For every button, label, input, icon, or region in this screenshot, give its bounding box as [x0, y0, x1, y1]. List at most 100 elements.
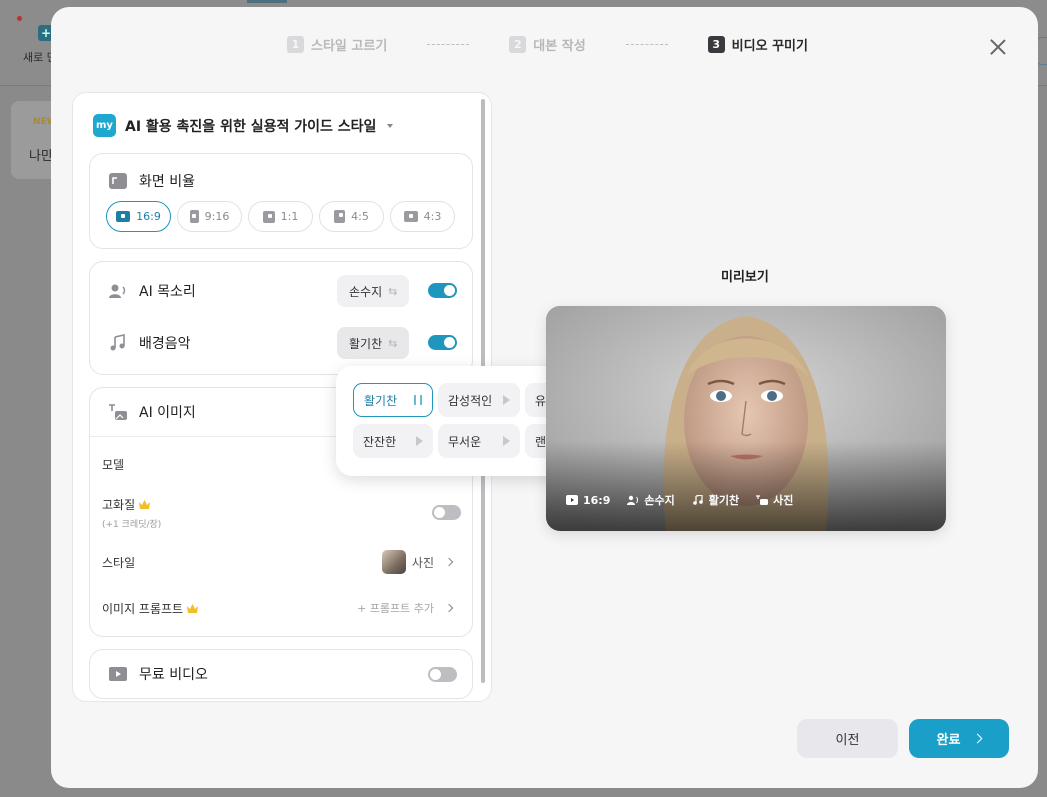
music-option[interactable]: 무서운 [438, 424, 520, 458]
swap-icon: ⇆ [388, 336, 398, 350]
step-2-number: 2 [509, 35, 527, 53]
play-icon[interactable] [503, 395, 510, 405]
music-note-icon [110, 334, 125, 351]
aspect-ratio-section: 화면 비율 16:9 9:16 1:1 4:5 4:3 [89, 153, 473, 249]
previous-button-label: 이전 [835, 733, 860, 748]
crown-icon [187, 604, 199, 613]
prompt-title: 이미지 프롬프트 [102, 600, 199, 617]
ai-voice-row: AI 목소리 손수지 ⇆ [90, 271, 472, 311]
add-prompt-button[interactable]: + 프롬프트 추가 [357, 600, 454, 616]
preview-title: 미리보기 [721, 270, 769, 285]
voice-icon [109, 284, 126, 298]
landscape-icon [403, 211, 418, 222]
music-option[interactable]: 잔잔한 [353, 424, 433, 458]
voice-icon [627, 495, 639, 505]
step-3-label: 비디오 꾸미기 [731, 38, 808, 54]
ratio-option-4-3[interactable]: 4:3 [390, 201, 455, 232]
hq-credit-note: (+1 크레딧/장) [102, 520, 162, 530]
style-selector[interactable]: my AI 활용 촉진을 위한 실용적 가이드 스타일 [93, 114, 394, 137]
music-value: 활기찬 [349, 336, 383, 351]
video-icon [566, 495, 578, 505]
hq-toggle[interactable] [432, 505, 461, 520]
free-video-title: 무료 비디오 [108, 664, 208, 684]
style-name: AI 활용 촉진을 위한 실용적 가이드 스타일 [125, 118, 377, 135]
preview-tag-image-label: 사진 [773, 494, 794, 507]
style-select[interactable]: 사진 [381, 550, 454, 574]
music-option[interactable]: 감성적인 [438, 383, 520, 417]
ratio-option-label: 4:3 [423, 210, 442, 223]
preview-tag-music-label: 활기찬 [708, 494, 740, 507]
ratio-option-label: 4:5 [351, 210, 369, 223]
video-play-icon [109, 667, 127, 681]
play-icon[interactable] [503, 436, 510, 446]
preview-tag-music: 활기찬 [692, 492, 739, 508]
preview-tag-image: 사진 [756, 492, 793, 508]
bg-music-title: 배경음악 [108, 333, 191, 353]
ai-voice-label: AI 목소리 [139, 284, 196, 300]
music-select-button[interactable]: 활기찬 ⇆ [337, 327, 410, 359]
preview-tag-voice: 손수지 [627, 492, 675, 508]
close-icon[interactable] [986, 35, 1010, 59]
background-tab-indicator [247, 0, 287, 3]
crown-icon [139, 500, 151, 509]
style-label: 스타일 [102, 556, 136, 570]
landscape-icon [116, 211, 131, 222]
music-option-label: 잔잔한 [363, 434, 397, 449]
hq-label: 고화질 [102, 498, 136, 512]
step-separator [625, 43, 668, 45]
chevron-right-icon [444, 557, 454, 567]
style-thumbnail [381, 550, 406, 574]
preview-shade [546, 441, 946, 531]
aspect-ratio-label: 화면 비율 [139, 174, 195, 190]
stepper: 1 스타일 고르기 2 대본 작성 3 비디오 꾸미기 [287, 34, 808, 54]
music-option[interactable]: 활기찬 [353, 383, 433, 417]
music-note-icon [692, 495, 703, 505]
ratio-option-16-9[interactable]: 16:9 [106, 201, 171, 232]
ratio-option-9-16[interactable]: 9:16 [177, 201, 242, 232]
preview-tag-ratio-label: 16:9 [583, 493, 611, 507]
hq-title: 고화질 [102, 496, 151, 513]
step-3-number: 3 [707, 35, 725, 53]
free-video-section: 무료 비디오 [89, 649, 473, 699]
notification-dot [17, 16, 22, 21]
add-prompt-label: + 프롬프트 추가 [357, 602, 434, 615]
square-icon [262, 210, 275, 223]
voice-select-button[interactable]: 손수지 ⇆ [337, 275, 410, 307]
music-option-label: 활기찬 [364, 393, 398, 408]
music-option-label: 감성적인 [448, 393, 493, 408]
video-decorate-modal: 1 스타일 고르기 2 대본 작성 3 비디오 꾸미기 my AI 활용 촉진을… [51, 7, 1038, 788]
ratio-option-4-5[interactable]: 4:5 [319, 201, 384, 232]
background-right-edge [1037, 37, 1047, 65]
aspect-ratio-title: 화면 비율 [108, 171, 195, 191]
video-preview: 16:9 손수지 활기찬 사진 [546, 306, 946, 531]
ai-image-icon [109, 404, 127, 420]
step-2: 2 대본 작성 [509, 35, 586, 54]
ai-image-icon [756, 495, 769, 505]
bg-music-row: 배경음악 활기찬 ⇆ [90, 323, 472, 363]
step-1: 1 스타일 고르기 [287, 35, 387, 54]
aspect-ratio-options: 16:9 9:16 1:1 4:5 4:3 [106, 201, 455, 232]
preview-tag-ratio: 16:9 [566, 492, 610, 508]
step-separator [427, 43, 470, 45]
step-2-label: 대본 작성 [533, 38, 586, 54]
preview-tags: 16:9 손수지 활기찬 사진 [566, 492, 793, 508]
ai-image-title: AI 이미지 [108, 402, 196, 422]
play-icon[interactable] [416, 436, 423, 446]
voice-toggle[interactable] [428, 283, 457, 298]
chevron-right-icon [973, 733, 983, 744]
portrait-icon [334, 210, 346, 223]
free-video-toggle[interactable] [428, 667, 457, 682]
ratio-option-1-1[interactable]: 1:1 [248, 201, 313, 232]
free-video-label: 무료 비디오 [139, 667, 208, 683]
ai-voice-title: AI 목소리 [108, 281, 196, 301]
music-toggle[interactable] [428, 335, 457, 350]
step-1-label: 스타일 고르기 [311, 38, 388, 54]
caret-down-icon [387, 123, 394, 128]
model-label: 모델 [102, 458, 125, 472]
pause-icon[interactable] [414, 395, 422, 405]
previous-button[interactable]: 이전 [797, 719, 898, 758]
ratio-option-label: 16:9 [136, 210, 161, 223]
step-3: 3 비디오 꾸미기 [707, 35, 808, 54]
complete-button[interactable]: 완료 [909, 719, 1009, 758]
ratio-option-label: 1:1 [280, 210, 299, 223]
